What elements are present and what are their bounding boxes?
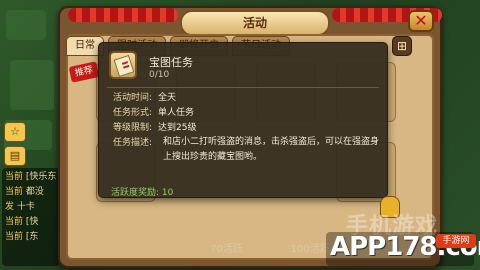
grid-menu-button[interactable]: ⊞ — [392, 36, 412, 56]
chat-line: 当前 都没 — [5, 187, 44, 197]
popup-reward: 活跃度奖励: 10 — [111, 188, 174, 198]
popup-row-level: 等级限制: 达到25级 — [113, 123, 197, 133]
activity-reward-track: 70活跃 100活跃 — [210, 240, 330, 255]
watermark-badge: 手游网 — [436, 234, 476, 248]
popup-title: 宝图任务 — [149, 56, 193, 69]
window-title: 活动 — [180, 10, 330, 36]
chat-line: 当前 [快 — [5, 217, 39, 227]
map-tile — [6, 10, 46, 40]
popup-row-form: 任务形式: 单人任务 — [113, 108, 195, 118]
chat-line: 当前 [快乐东 — [5, 172, 57, 182]
activity-detail-popup: 宝图任务 0/10 活动时间: 全天 任务形式: 单人任务 等级限制: 达到25级 任… — [98, 42, 388, 198]
popup-description: 和店小二打听强盗的消息，击杀强盗后，可以在强盗身上搜出珍贵的藏宝图哟。 — [163, 137, 380, 162]
map-tile — [10, 60, 54, 110]
left-function-button[interactable]: ☆ — [4, 122, 26, 142]
popup-row-time: 活动时间: 全天 — [113, 93, 177, 103]
popup-row-desc-key: 任务描述: — [113, 138, 153, 148]
treasure-map-icon — [109, 51, 137, 79]
reward-milestone-label: 100活跃 — [290, 244, 330, 255]
chat-panel[interactable]: 当前 [快乐东 当前 都没 发 十卡 当前 [快 当前 [东 — [2, 168, 60, 266]
close-button[interactable]: ✕ — [408, 10, 434, 32]
popup-progress: 0/10 — [149, 70, 170, 80]
chat-line: 当前 [东 — [5, 232, 39, 242]
chat-toggle-button[interactable]: ▤ — [4, 146, 26, 166]
divider — [107, 87, 379, 88]
decorative-rope-left — [68, 8, 178, 22]
chat-line: 发 十卡 — [5, 202, 35, 212]
reward-milestone-label: 70活跃 — [210, 244, 243, 255]
